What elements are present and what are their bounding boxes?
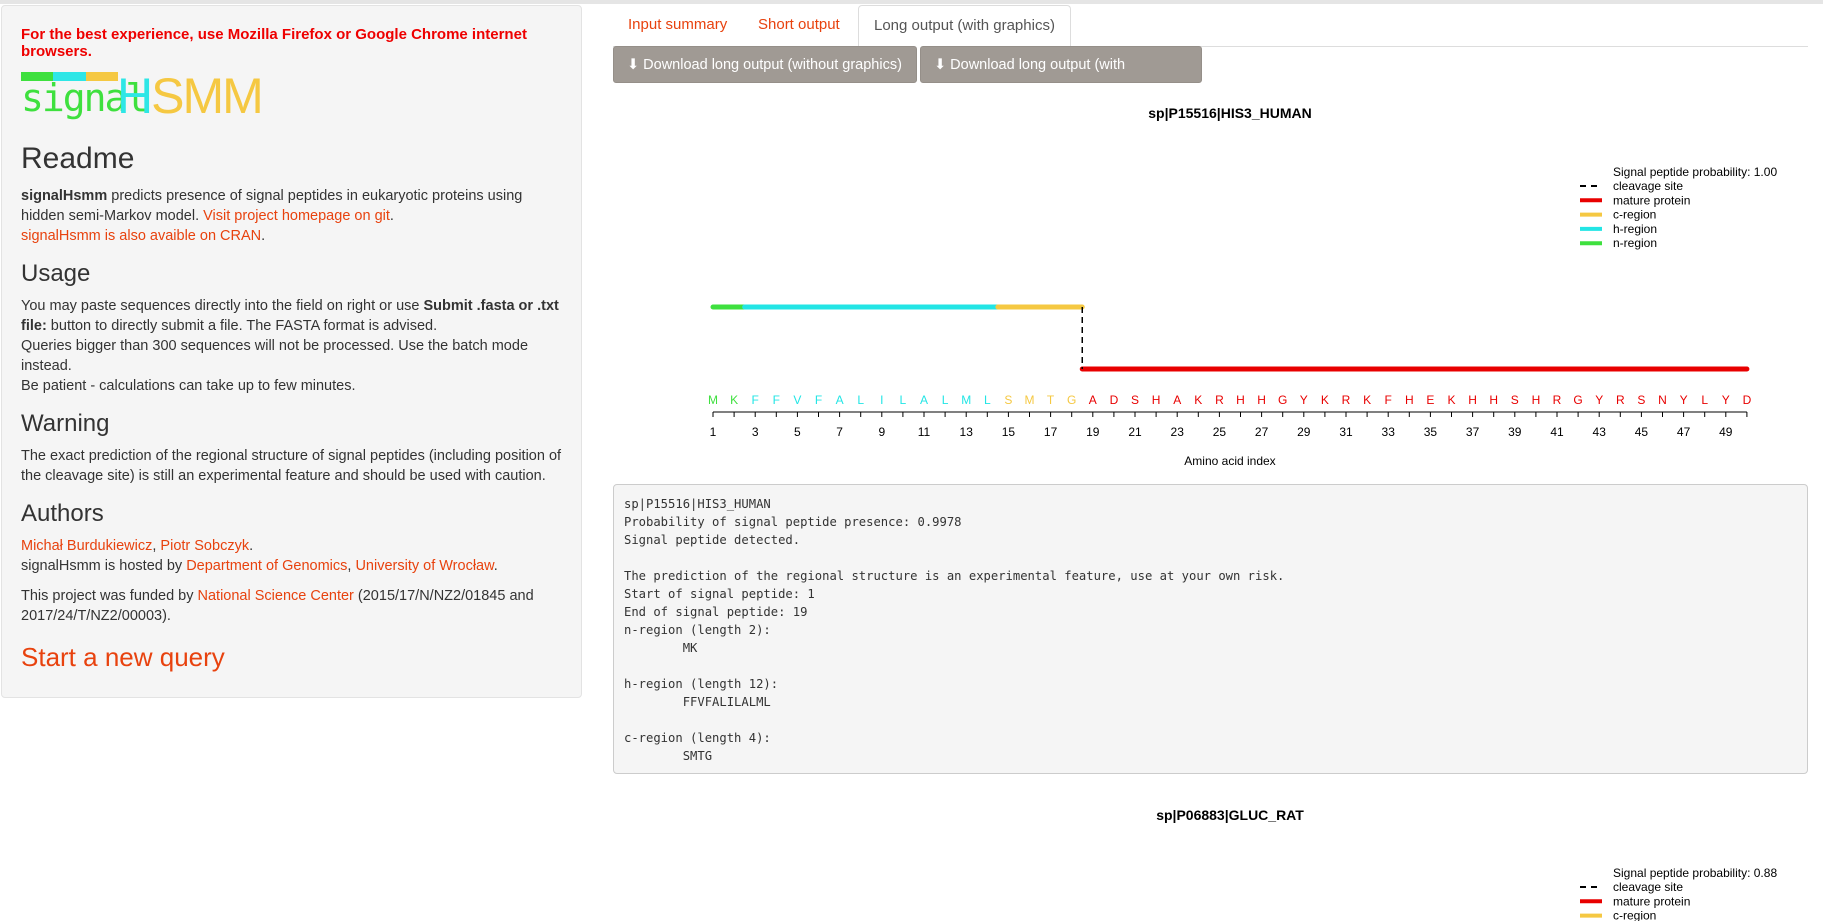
- sequence-residue: S: [1004, 393, 1012, 407]
- chart2-legend-probability: Signal peptide probability: 0.88: [1613, 866, 1777, 880]
- sequence-residue: G: [1278, 393, 1287, 407]
- sequence-residue: Y: [1722, 393, 1730, 407]
- x-tick-label: 45: [1635, 425, 1649, 439]
- sequence-residue: R: [1616, 393, 1625, 407]
- x-tick-label: 15: [1002, 425, 1016, 439]
- sequence-residue: F: [752, 393, 759, 407]
- sequence-residue: G: [1573, 393, 1582, 407]
- chart-title: sp|P15516|HIS3_HUMAN: [1148, 105, 1311, 121]
- sequence-residue: I: [880, 393, 883, 407]
- x-tick-label: 21: [1128, 425, 1142, 439]
- sequence-residue: K: [1363, 393, 1371, 407]
- x-tick-label: 47: [1677, 425, 1691, 439]
- sequence-residue: R: [1342, 393, 1351, 407]
- sequence-residue: R: [1215, 393, 1224, 407]
- sequence-residue: S: [1131, 393, 1139, 407]
- sequence-residue: D: [1743, 393, 1752, 407]
- x-tick-label: 7: [836, 425, 843, 439]
- sequence-residue: M: [708, 393, 718, 407]
- sequence-residue: K: [1321, 393, 1329, 407]
- chart2-legend-label-cleavage-site: cleavage site: [1613, 880, 1683, 894]
- x-tick-label: 31: [1339, 425, 1353, 439]
- sequence-residue: H: [1489, 393, 1498, 407]
- sequence-residue: K: [1194, 393, 1202, 407]
- x-tick-label: 1: [710, 425, 717, 439]
- signal-peptide-charts: sp|P15516|HIS3_HUMAN Signal peptide proba…: [708, 105, 1777, 921]
- sequence-residue: Y: [1680, 393, 1688, 407]
- sequence-residue: F: [1385, 393, 1392, 407]
- sequence-residue: D: [1110, 393, 1119, 407]
- legend-label-h-region: h-region: [1613, 222, 1657, 236]
- sequence-residue: L: [942, 393, 949, 407]
- x-axis-label: Amino acid index: [1184, 454, 1275, 468]
- sequence-residue: M: [1025, 393, 1035, 407]
- x-tick-label: 43: [1593, 425, 1607, 439]
- x-tick-label: 27: [1255, 425, 1269, 439]
- x-tick-label: 29: [1297, 425, 1311, 439]
- x-tick-label: 41: [1550, 425, 1564, 439]
- x-tick-label: 23: [1171, 425, 1185, 439]
- sequence-residue: K: [1447, 393, 1455, 407]
- sequence-residue: H: [1532, 393, 1541, 407]
- sequence-residue: K: [730, 393, 738, 407]
- x-tick-label: 9: [878, 425, 885, 439]
- sequence-residue: H: [1257, 393, 1266, 407]
- sequence-residue: A: [920, 393, 928, 407]
- legend-label-n-region: n-region: [1613, 236, 1657, 250]
- x-tick-label: 37: [1466, 425, 1480, 439]
- x-tick-label: 25: [1213, 425, 1227, 439]
- sequence-residue: F: [815, 393, 822, 407]
- legend-label-cleavage-site: cleavage site: [1613, 179, 1683, 193]
- sequence-residue: A: [1173, 393, 1181, 407]
- sequence-residue: L: [900, 393, 907, 407]
- legend-label-mature-protein: mature protein: [1613, 193, 1690, 207]
- sequence-residue: S: [1637, 393, 1645, 407]
- sequence-residue: G: [1067, 393, 1076, 407]
- sequence-residue: E: [1426, 393, 1434, 407]
- x-tick-label: 19: [1086, 425, 1100, 439]
- sequence-residue: L: [1701, 393, 1708, 407]
- x-tick-label: 3: [752, 425, 759, 439]
- sequence-residue: S: [1511, 393, 1519, 407]
- sequence-residue: A: [1089, 393, 1097, 407]
- long-output-text: sp|P15516|HIS3_HUMAN Probability of sign…: [613, 484, 1808, 774]
- sequence-residue: H: [1405, 393, 1414, 407]
- chart2-title: sp|P06883|GLUC_RAT: [1156, 807, 1304, 823]
- legend-label-c-region: c-region: [1613, 208, 1656, 222]
- chart2-legend-label-mature-protein: mature protein: [1613, 894, 1690, 908]
- sequence-residue: Y: [1595, 393, 1603, 407]
- x-tick-label: 11: [918, 425, 931, 439]
- sequence-residue: H: [1468, 393, 1477, 407]
- x-tick-label: 33: [1382, 425, 1396, 439]
- x-tick-label: 13: [960, 425, 974, 439]
- x-tick-label: 39: [1508, 425, 1522, 439]
- x-tick-label: 49: [1719, 425, 1733, 439]
- sequence-residue: M: [961, 393, 971, 407]
- sequence-residue: T: [1047, 393, 1055, 407]
- sequence-residue: A: [836, 393, 844, 407]
- sequence-residue: F: [773, 393, 780, 407]
- sequence-residue: Y: [1300, 393, 1308, 407]
- legend-probability: Signal peptide probability: 1.00: [1613, 165, 1777, 179]
- sequence-residue: N: [1658, 393, 1667, 407]
- x-tick-label: 5: [794, 425, 801, 439]
- sequence-residue: L: [984, 393, 991, 407]
- sequence-residue: V: [793, 393, 801, 407]
- sequence-residue: R: [1553, 393, 1562, 407]
- sequence-residue: H: [1236, 393, 1245, 407]
- sequence-residue: L: [857, 393, 864, 407]
- x-tick-label: 17: [1044, 425, 1058, 439]
- sequence-residue: H: [1152, 393, 1161, 407]
- chart2-legend-label-c-region: c-region: [1613, 909, 1656, 921]
- x-tick-label: 35: [1424, 425, 1438, 439]
